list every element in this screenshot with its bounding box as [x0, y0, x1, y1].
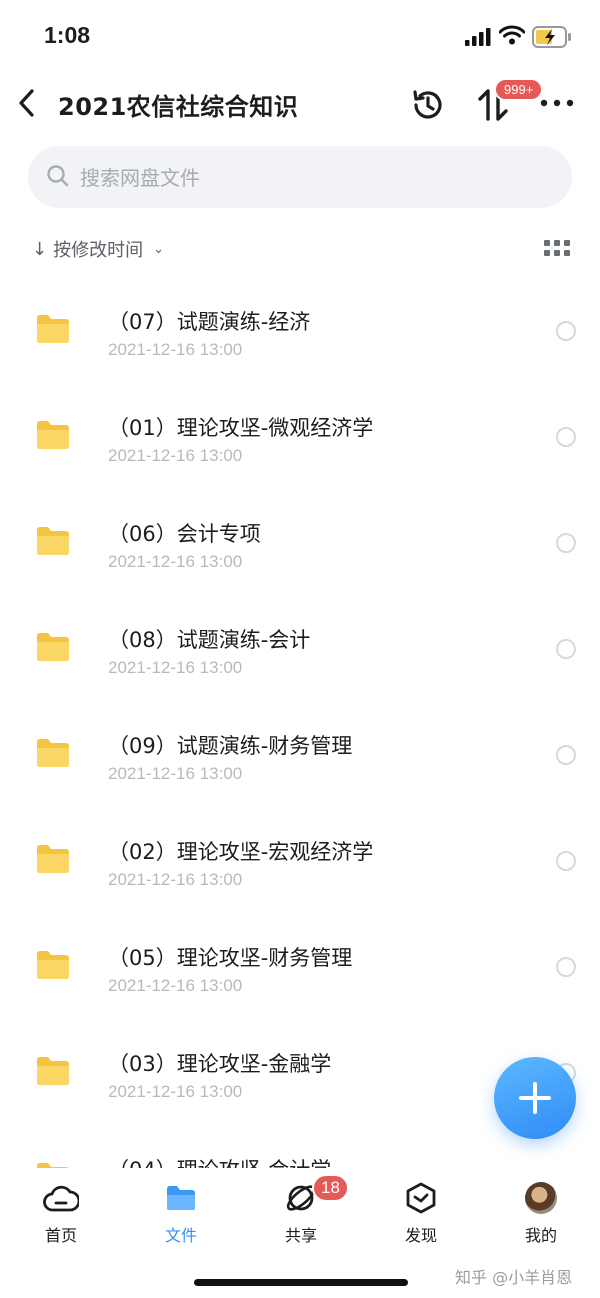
select-checkbox[interactable] — [556, 851, 576, 871]
tab-files[interactable]: 文件 — [141, 1180, 221, 1246]
select-checkbox[interactable] — [556, 533, 576, 553]
file-name: （06）会计专项 — [108, 522, 261, 546]
tab-mine-label: 我的 — [524, 1226, 557, 1245]
tab-home-label: 首页 — [44, 1226, 77, 1245]
select-checkbox[interactable] — [556, 427, 576, 447]
folder-icon — [37, 739, 69, 767]
file-date: 2021-12-16 13:00 — [108, 552, 243, 571]
folder-icon — [37, 315, 69, 343]
file-name: （07）试题演练-经济 — [108, 310, 311, 334]
avatar — [525, 1182, 557, 1214]
file-date: 2021-12-16 13:00 — [108, 658, 243, 677]
folder-icon — [37, 845, 69, 873]
tab-discover-label: 发现 — [404, 1226, 437, 1245]
header: 2021农信社综合知识 999+ — [0, 70, 600, 140]
file-date: 2021-12-16 13:00 — [108, 1082, 243, 1101]
file-name: （04）理论攻坚-会计学 — [108, 1154, 331, 1168]
page-title: 2021农信社综合知识 — [58, 93, 299, 121]
tab-files-label: 文件 — [164, 1226, 197, 1245]
file-name: （08）试题演练-会计 — [108, 628, 311, 652]
tab-mine[interactable]: 我的 — [501, 1180, 581, 1246]
folder-icon — [37, 421, 69, 449]
folder-icon — [37, 633, 69, 661]
sort-dropdown[interactable]: ↓ 按修改时间 ⌄ — [32, 236, 164, 262]
file-date: 2021-12-16 13:00 — [108, 764, 243, 783]
status-time: 1:08 — [44, 22, 91, 48]
file-name: （05）理论攻坚-财务管理 — [108, 946, 353, 970]
file-list: （07）试题演练-经济 2021-12-16 13:00 （01）理论攻坚-微观经济… — [0, 268, 600, 1168]
grid-view-icon[interactable] — [544, 240, 570, 258]
discover-box-icon — [406, 1182, 436, 1214]
status-bar: 1:08 — [0, 0, 600, 70]
file-name: （03）理论攻坚-金融学 — [108, 1052, 332, 1076]
file-list-item[interactable]: （02）理论攻坚-宏观经济学 2021-12-16 13:00 — [0, 798, 600, 904]
home-indicator — [194, 1279, 408, 1286]
file-date: 2021-12-16 13:00 — [108, 340, 243, 359]
file-name: （01）理论攻坚-微观经济学 — [108, 416, 374, 440]
select-checkbox[interactable] — [556, 745, 576, 765]
file-date: 2021-12-16 13:00 — [108, 870, 243, 889]
file-name: （02）理论攻坚-宏观经济学 — [108, 840, 374, 864]
folder-icon — [167, 1186, 195, 1210]
file-name: （09）试题演练-财务管理 — [108, 734, 353, 758]
file-list-item[interactable]: （05）理论攻坚-财务管理 2021-12-16 13:00 — [0, 904, 600, 1010]
select-checkbox[interactable] — [556, 639, 576, 659]
plus-icon — [519, 1082, 551, 1114]
file-list-item[interactable]: （07）试题演练-经济 2021-12-16 13:00 — [0, 268, 600, 374]
more-icon[interactable] — [540, 98, 574, 108]
upload-button[interactable] — [494, 1057, 576, 1139]
search-bar[interactable] — [28, 146, 572, 208]
file-list-item[interactable]: （06）会计专项 2021-12-16 13:00 — [0, 480, 600, 586]
search-input[interactable] — [78, 160, 542, 196]
select-checkbox[interactable] — [556, 321, 576, 341]
wifi-icon — [499, 25, 525, 45]
file-list-item[interactable]: （09）试题演练-财务管理 2021-12-16 13:00 — [0, 692, 600, 798]
folder-icon — [37, 1057, 69, 1085]
watermark: 知乎 @小羊肖恩 — [455, 1268, 573, 1287]
transfer-count-badge: 999+ — [494, 78, 544, 101]
tab-share-label: 共享 — [284, 1226, 317, 1245]
sort-arrow-icon: ↓ — [32, 238, 48, 260]
chevron-down-icon: ⌄ — [153, 241, 164, 257]
sort-label: 按修改时间 — [53, 240, 144, 261]
back-arrow-icon[interactable] — [14, 86, 44, 120]
select-checkbox[interactable] — [556, 957, 576, 977]
file-list-item[interactable]: （01）理论攻坚-微观经济学 2021-12-16 13:00 — [0, 374, 600, 480]
sort-toolbar: ↓ 按修改时间 ⌄ — [0, 232, 600, 268]
file-date: 2021-12-16 13:00 — [108, 976, 243, 995]
share-count-badge: 18 — [312, 1174, 349, 1202]
cellular-signal-icon — [465, 28, 491, 46]
file-date: 2021-12-16 13:00 — [108, 446, 243, 465]
battery-icon — [532, 26, 571, 48]
cloud-icon — [43, 1185, 79, 1212]
history-icon[interactable] — [410, 87, 446, 123]
search-icon — [47, 165, 69, 187]
folder-icon — [37, 527, 69, 555]
tab-home[interactable]: 首页 — [21, 1180, 101, 1246]
folder-icon — [37, 951, 69, 979]
file-list-item[interactable]: （08）试题演练-会计 2021-12-16 13:00 — [0, 586, 600, 692]
tab-discover[interactable]: 发现 — [381, 1180, 461, 1246]
